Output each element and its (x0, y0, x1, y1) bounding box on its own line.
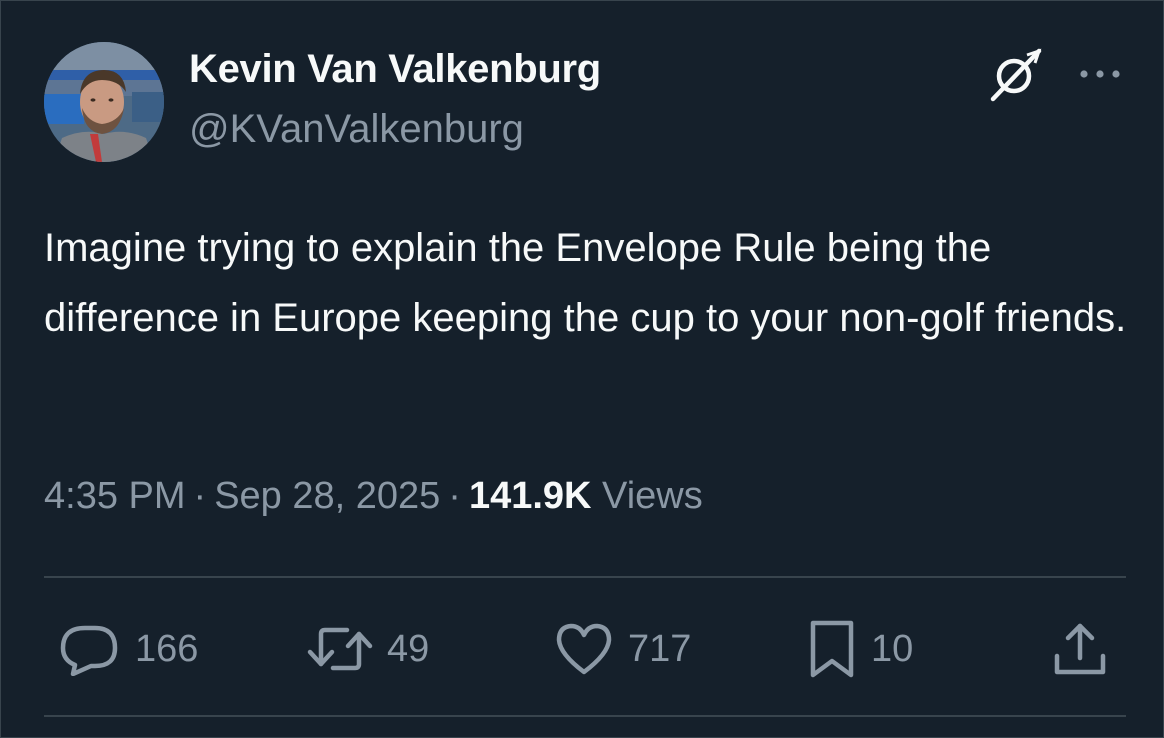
grok-icon[interactable] (987, 45, 1045, 103)
divider (44, 715, 1126, 717)
bookmark-count: 10 (871, 627, 914, 670)
heart-icon (556, 623, 612, 675)
reply-button[interactable]: 166 (59, 619, 198, 679)
repost-count: 49 (387, 627, 430, 670)
tweet-text: Imagine trying to explain the Envelope R… (44, 226, 1127, 340)
tweet-meta: 4:35 PM · Sep 28, 2025 · 141.9K Views (44, 475, 703, 518)
tweet-card: Kevin Van Valkenburg @KVanValkenburg Ima… (0, 0, 1164, 738)
divider (44, 576, 1126, 578)
user-handle[interactable]: @KVanValkenburg (189, 107, 524, 152)
like-button[interactable]: 717 (554, 619, 691, 679)
share-button[interactable] (1051, 619, 1109, 679)
views-count[interactable]: 141.9K (469, 475, 592, 517)
repost-button[interactable]: 49 (307, 619, 429, 679)
reply-icon (60, 625, 118, 676)
meta-separator: · (193, 475, 207, 517)
like-count: 717 (628, 627, 692, 670)
share-icon (1054, 623, 1106, 675)
tweet-time[interactable]: 4:35 PM (44, 475, 186, 517)
repost-icon (307, 627, 373, 671)
display-name[interactable]: Kevin Van Valkenburg (189, 47, 601, 92)
bookmark-icon (810, 620, 854, 678)
bookmark-button[interactable]: 10 (807, 619, 913, 679)
avatar[interactable] (44, 42, 164, 162)
more-options-icon[interactable] (1075, 59, 1125, 89)
views-label[interactable]: Views (602, 475, 703, 517)
reply-count: 166 (135, 627, 199, 670)
meta-separator: · (448, 475, 461, 517)
tweet-date[interactable]: Sep 28, 2025 (214, 475, 440, 517)
